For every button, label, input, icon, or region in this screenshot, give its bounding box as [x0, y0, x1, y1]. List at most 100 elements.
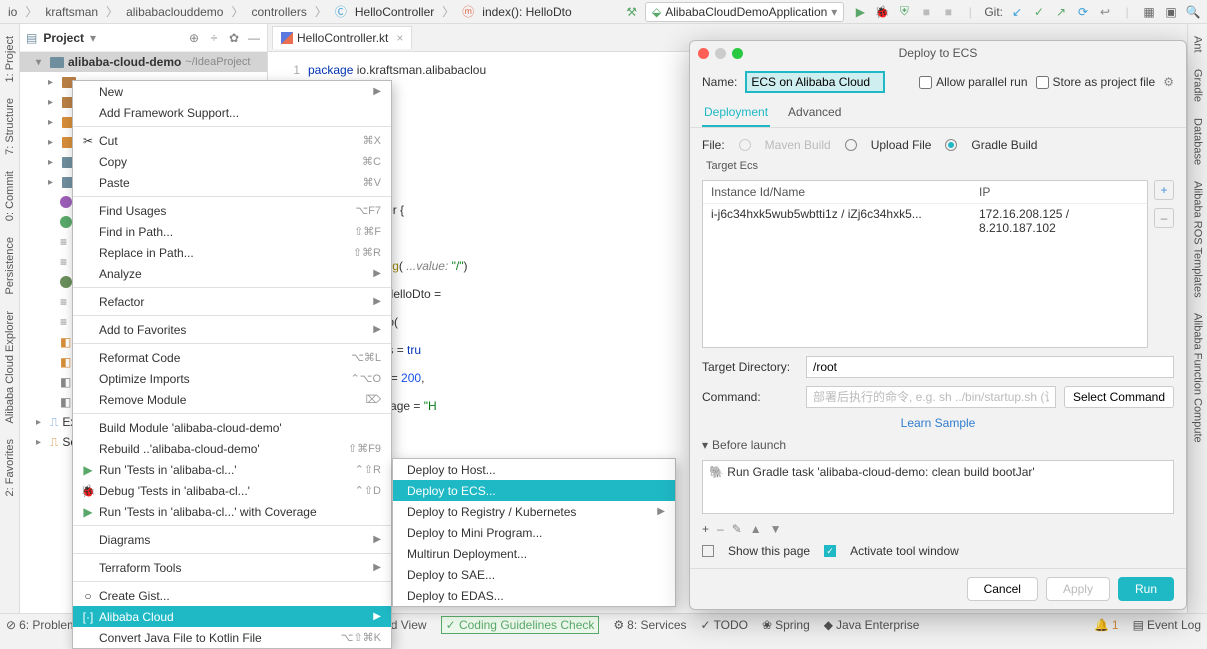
git-revert-icon[interactable]: ↩ [1097, 5, 1113, 19]
target-dir-input[interactable] [806, 356, 1174, 378]
run-icon[interactable]: ▶ [852, 5, 868, 19]
tab-advanced[interactable]: Advanced [786, 99, 843, 127]
menu-item[interactable]: ▶Run 'Tests in 'alibaba-cl...'⌃⇧R [73, 459, 391, 480]
git-push-icon[interactable]: ↗ [1053, 5, 1069, 19]
rail-function[interactable]: Alibaba Function Compute [1192, 309, 1204, 447]
rail-structure[interactable]: 7: Structure [4, 94, 16, 159]
move-up-icon[interactable]: ▲ [750, 522, 762, 536]
submenu-item[interactable]: Deploy to SAE... [393, 564, 675, 585]
remove-task-icon[interactable]: – [717, 522, 724, 536]
git-commit-icon[interactable]: ✓ [1031, 5, 1047, 19]
build-icon[interactable]: ⚒ [626, 5, 637, 19]
project-title[interactable]: Project [43, 31, 84, 45]
menu-item[interactable]: Build Module 'alibaba-cloud-demo' [73, 417, 391, 438]
bc-0[interactable]: io [6, 5, 19, 19]
menu-item[interactable]: Optimize Imports⌃⌥O [73, 368, 391, 389]
breadcrumb[interactable]: io〉 kraftsman〉 alibabaclouddemo〉 control… [6, 3, 574, 20]
rail-commit[interactable]: 0: Commit [4, 167, 16, 225]
chevron-down-icon[interactable]: ▾ [90, 31, 96, 45]
radio-gradle[interactable] [945, 139, 957, 151]
submenu-item[interactable]: Multirun Deployment... [393, 543, 675, 564]
menu-item[interactable]: ✂Cut⌘X [73, 130, 391, 151]
rail-gradle[interactable]: Gradle [1192, 65, 1204, 106]
submenu-item[interactable]: Deploy to Host... [393, 459, 675, 480]
tab-deployment[interactable]: Deployment [702, 99, 770, 127]
menu-item[interactable]: Terraform Tools▶ [73, 557, 391, 578]
show-page-checkbox[interactable] [702, 545, 714, 557]
menu-item[interactable]: Refactor▶ [73, 291, 391, 312]
bc-1[interactable]: kraftsman [43, 5, 100, 19]
menu-item[interactable]: Remove Module⌦ [73, 389, 391, 410]
minimize-icon[interactable] [715, 48, 726, 59]
menu-item[interactable]: Paste⌘V [73, 172, 391, 193]
sb-coding-guidelines[interactable]: ✓ Coding Guidelines Check [441, 616, 600, 634]
collapse-icon[interactable]: ÷ [207, 31, 221, 45]
run-config-selector[interactable]: ⬙ AlibabaCloudDemoApplication ▾ [645, 2, 844, 22]
tree-root[interactable]: ▾ alibaba-cloud-demo ~/IdeaProject [20, 52, 267, 72]
edit-task-icon[interactable]: ✎ [732, 522, 742, 536]
activate-tool-checkbox[interactable] [824, 545, 836, 557]
layout-icon[interactable]: ▦ [1141, 5, 1157, 19]
command-input[interactable] [806, 386, 1056, 408]
remove-ecs-button[interactable]: – [1154, 208, 1174, 228]
target-ecs-table[interactable]: Instance Id/Name IP i-j6c34hxk5wub5wbtti… [702, 180, 1148, 348]
hide-icon[interactable]: — [247, 31, 261, 45]
bc-3[interactable]: controllers [249, 5, 308, 19]
table-row[interactable]: i-j6c34hxk5wub5wbtti1z / iZj6c34hxk5... … [703, 204, 1147, 238]
sb-spring[interactable]: ❀ Spring [762, 618, 810, 632]
bc-4[interactable]: HelloController [353, 5, 436, 19]
close-icon[interactable] [698, 48, 709, 59]
rail-ros[interactable]: Alibaba ROS Templates [1192, 177, 1204, 302]
learn-sample-link[interactable]: Learn Sample [702, 416, 1174, 430]
sb-notification[interactable]: 🔔 1 [1094, 618, 1119, 632]
rail-ant[interactable]: Ant [1192, 32, 1204, 57]
submenu-item[interactable]: Deploy to Registry / Kubernetes▶ [393, 501, 675, 522]
coverage-icon[interactable]: ⛨ [896, 4, 912, 19]
submenu-item[interactable]: Deploy to EDAS... [393, 585, 675, 606]
sb-java-enterprise[interactable]: ◆ Java Enterprise [824, 618, 920, 632]
zoom-icon[interactable] [732, 48, 743, 59]
editor-tab[interactable]: HelloController.kt × [272, 26, 412, 49]
git-history-icon[interactable]: ⟳ [1075, 5, 1091, 19]
panel-icon[interactable]: ▣ [1163, 5, 1179, 19]
stop-icon[interactable]: ■ [918, 5, 934, 19]
allow-parallel-checkbox[interactable]: Allow parallel run [919, 75, 1027, 89]
menu-item[interactable]: Copy⌘C [73, 151, 391, 172]
run-button[interactable]: Run [1118, 577, 1174, 601]
sb-event-log[interactable]: ▤ Event Log [1133, 618, 1201, 632]
rail-project[interactable]: 1: Project [4, 32, 16, 86]
add-ecs-button[interactable]: + [1154, 180, 1174, 200]
submenu-item[interactable]: Deploy to Mini Program... [393, 522, 675, 543]
settings-icon[interactable]: ✿ [227, 31, 241, 45]
rail-alibaba-explorer[interactable]: Alibaba Cloud Explorer [4, 307, 16, 428]
menu-item[interactable]: Replace in Path...⇧⌘R [73, 242, 391, 263]
rail-favorites[interactable]: 2: Favorites [4, 435, 16, 500]
menu-item[interactable]: Add to Favorites▶ [73, 319, 391, 340]
gear-icon[interactable]: ⚙ [1163, 75, 1174, 89]
search-icon[interactable]: 🔍 [1185, 5, 1201, 19]
stop-icon-2[interactable]: ■ [940, 5, 956, 19]
close-icon[interactable]: × [396, 31, 403, 45]
menu-item[interactable]: ○Create Gist... [73, 585, 391, 606]
menu-item[interactable]: 🐞Debug 'Tests in 'alibaba-cl...'⌃⇧D [73, 480, 391, 501]
menu-item[interactable]: Convert Java File to Kotlin File⌥⇧⌘K [73, 627, 391, 648]
debug-icon[interactable]: 🐞 [874, 5, 890, 19]
menu-item[interactable]: ▶Run 'Tests in 'alibaba-cl...' with Cove… [73, 501, 391, 522]
menu-item[interactable]: Reformat Code⌥⌘L [73, 347, 391, 368]
apply-button[interactable]: Apply [1046, 577, 1110, 601]
menu-item[interactable]: Rebuild ..'alibaba-cloud-demo'⇧⌘F9 [73, 438, 391, 459]
select-command-button[interactable]: Select Command [1064, 386, 1174, 408]
radio-upload[interactable] [845, 139, 857, 151]
cancel-button[interactable]: Cancel [967, 577, 1038, 601]
menu-item[interactable]: Find Usages⌥F7 [73, 200, 391, 221]
bc-5[interactable]: index(): HelloDto [480, 5, 573, 19]
rail-persistence[interactable]: Persistence [4, 233, 16, 298]
menu-item[interactable]: Analyze▶ [73, 263, 391, 284]
submenu-item[interactable]: Deploy to ECS... [393, 480, 675, 501]
rail-database[interactable]: Database [1192, 114, 1204, 169]
menu-item[interactable]: Diagrams▶ [73, 529, 391, 550]
git-update-icon[interactable]: ↙ [1009, 5, 1025, 19]
add-task-icon[interactable]: + [702, 522, 709, 536]
before-launch-list[interactable]: 🐘 Run Gradle task 'alibaba-cloud-demo: c… [702, 460, 1174, 514]
menu-item[interactable]: New▶ [73, 81, 391, 102]
